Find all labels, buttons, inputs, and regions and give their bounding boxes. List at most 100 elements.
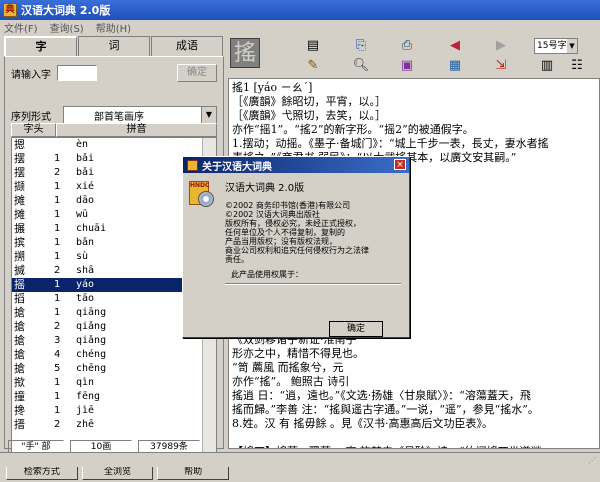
list-item-index: 1: [54, 377, 61, 388]
list-item-char: 搣: [14, 264, 25, 277]
ok-button[interactable]: 确定: [329, 321, 383, 337]
list-item[interactable]: 撞 1 fēng: [12, 390, 216, 404]
copyright-line: 版权所有，侵权必究，未经正式授权，: [225, 219, 361, 228]
list-item-pinyin: chēng: [76, 363, 107, 374]
list-item-index: 1: [54, 153, 61, 164]
char-input-label: 请输入字: [11, 69, 51, 81]
copyright-line: 任何单位及个人不得复制，复制的: [225, 228, 345, 237]
list-item-index: 2: [54, 321, 61, 332]
about-dialog: 关于汉语大词典 × HNDC 汉语大词典 2.0版 ©2002 商务印书馆(香港…: [182, 156, 410, 338]
definition-line: 搖逍 日：“逍，遠也。”《文选·扬雄〈甘泉賦〉》：“溶蕩蓋天，飛: [232, 389, 531, 402]
list-item-index: 1: [54, 209, 61, 220]
list-item-index: 1: [54, 391, 61, 402]
list-item-char: 搶: [14, 348, 25, 361]
list-item-char: 搌: [14, 222, 25, 235]
list-item-char: 揿: [14, 376, 25, 389]
copyright-line: ©2002 汉语大词典出版社: [225, 210, 320, 219]
print-icon[interactable]: ⎙: [398, 38, 416, 54]
edit-icon[interactable]: ✎: [304, 58, 322, 74]
sort-value: 部首笔画序: [94, 111, 144, 123]
list-item-char: 搯: [14, 292, 25, 305]
definition-line: [232, 431, 596, 445]
search-icon[interactable]: 🔍︎: [352, 58, 370, 74]
book-icon[interactable]: ▤: [304, 38, 322, 54]
list-item[interactable]: 揿 1 qìn: [12, 376, 216, 390]
list-item-char: 摆: [14, 166, 25, 179]
col-header-pinyin[interactable]: 拼音: [56, 123, 217, 137]
list-item[interactable]: 搶 4 chéng: [12, 348, 216, 362]
menu-bar: 文件(F) 查询(S) 帮助(H): [0, 20, 600, 35]
definition-line: ［《廣韻》餘昭切，平宵，以。］: [232, 95, 386, 108]
note-icon[interactable]: ▦: [446, 58, 464, 74]
copyright-line: ©2002 商务印书馆(香港)有限公司: [225, 201, 351, 210]
list-item-char: 搶: [14, 306, 25, 319]
copyright-info: ©2002 商务印书馆(香港)有限公司 ©2002 汉语大词典出版社 版权所有，…: [225, 201, 369, 264]
list-item[interactable]: 摁 èn: [12, 138, 216, 152]
list-item-index: [54, 138, 68, 152]
list-item[interactable]: 搢 2 zhē: [12, 418, 216, 432]
list-item-index: 1: [54, 279, 61, 290]
dialog-app-icon: [187, 159, 198, 171]
cd-disc-icon: [198, 191, 214, 207]
copyright-line: 商业公司权利和追究任何侵权行为之法律: [225, 246, 369, 255]
list-item-pinyin: chéng: [76, 349, 107, 360]
list-item-pinyin: èn: [76, 139, 89, 150]
list-item-index: 1: [54, 251, 61, 262]
locate-button[interactable]: 确定: [177, 64, 217, 82]
menu-search[interactable]: 查询(S): [50, 20, 84, 35]
bookmark-icon[interactable]: ▣: [398, 58, 416, 74]
dialog-title-bar: 关于汉语大词典: [183, 157, 409, 173]
list-icon[interactable]: ☷: [568, 58, 586, 74]
list-item-index: 1: [54, 293, 61, 304]
list-item-char: 摁: [14, 138, 25, 151]
list-item-index: 4: [54, 349, 61, 360]
window-title: 汉语大词典 2.0版: [21, 4, 111, 17]
list-item-char: 搠: [14, 250, 25, 263]
list-item-char: 撞: [14, 390, 25, 403]
col-header-char[interactable]: 字头: [11, 123, 56, 137]
menu-help[interactable]: 帮助(H): [96, 20, 131, 35]
copyright-line: 责任。: [225, 255, 249, 264]
exit-icon[interactable]: ⇲: [492, 58, 510, 74]
close-icon[interactable]: ×: [394, 159, 406, 170]
status-bar: ⋰: [0, 452, 600, 467]
tab-word[interactable]: 词: [78, 36, 150, 56]
resize-grip-icon[interactable]: ⋰: [588, 456, 598, 466]
title-bar: 典 汉语大词典 2.0版: [0, 0, 600, 20]
tab-idiom[interactable]: 成语: [151, 36, 223, 56]
list-item-char: 摈: [14, 236, 25, 249]
list-item-char: 搢: [14, 418, 25, 431]
divider: [225, 283, 401, 285]
copyright-line: 产品当用版权；没有版权法规，: [225, 237, 337, 246]
list-item-index: 1: [54, 307, 61, 318]
char-input-row: 请输入字 确定: [11, 63, 217, 83]
definition-line: 搖而歸。”李善 注：“搖與遥古字通。”一说，“遥”，参見“搖水”。: [232, 403, 539, 416]
definition-line: 形亦之中，精惜不得見也。: [232, 347, 364, 360]
definition-line: 1.摆动；动摇。《墨子·备城门》：“城上千步一表，長丈，妻水者搖: [232, 137, 549, 150]
list-item-index: 1: [54, 223, 61, 234]
list-item-char: 搶: [14, 362, 25, 375]
copy-icon[interactable]: ⎘: [352, 38, 370, 54]
chevron-down-icon[interactable]: ▼: [201, 107, 216, 123]
list-item-index: 1: [54, 195, 61, 206]
toolbar: 搖 ▤ ⎘ ⎙ ◀ ▶ 15号字 ▼ ✎ 🔍︎ ▣ ▦ ⇲ ▥ ☷: [228, 36, 596, 76]
list-item-char: 搶: [14, 320, 25, 333]
font-size-select[interactable]: 15号字 ▼: [534, 38, 578, 54]
list-item[interactable]: 搀 1 jìē: [12, 404, 216, 418]
forward-icon[interactable]: ▶: [492, 38, 510, 54]
list-item-pinyin: zhē: [76, 419, 95, 430]
product-name: 汉语大词典 2.0版: [225, 183, 305, 194]
tab-character[interactable]: 字: [4, 36, 77, 56]
char-input[interactable]: [57, 65, 97, 81]
menu-file[interactable]: 文件(F): [4, 20, 38, 35]
back-icon[interactable]: ◀: [446, 38, 464, 54]
sort-label: 序列形式: [11, 111, 51, 123]
list-item-char: 摇: [14, 278, 25, 291]
list-item-char: 搶: [14, 334, 25, 347]
chevron-down-icon[interactable]: ▼: [567, 39, 577, 53]
layout-icon[interactable]: ▥: [538, 58, 556, 74]
license-label: 此产品使用权属于：: [231, 270, 303, 279]
sort-select[interactable]: 部首笔画序 ▼: [63, 106, 217, 124]
list-item[interactable]: 搶 5 chēng: [12, 362, 216, 376]
definition-line: 搖1 [yáo ㄧㄠˊ]: [232, 81, 313, 94]
